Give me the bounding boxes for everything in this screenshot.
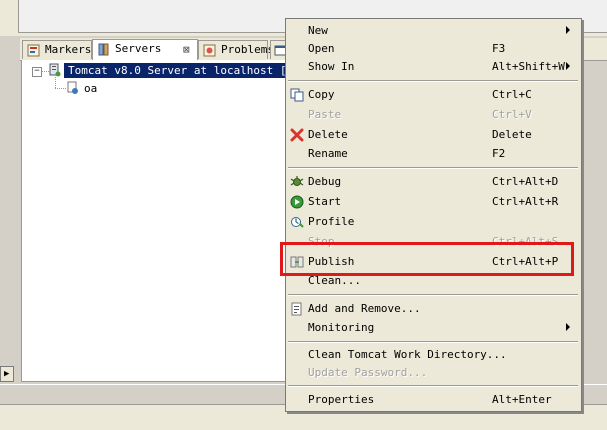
tree-connector <box>42 71 49 72</box>
submenu-arrow-icon <box>566 62 570 70</box>
menu-item-add-remove[interactable]: Add and Remove... <box>288 299 578 319</box>
problems-icon <box>203 44 216 57</box>
menu-separator <box>288 167 578 169</box>
collapse-toggle[interactable]: − <box>32 67 42 77</box>
menu-separator <box>288 294 578 296</box>
copy-icon <box>290 88 304 102</box>
web-module-icon <box>67 81 78 94</box>
servers-icon <box>98 43 109 56</box>
tree-item-tomcat-server[interactable]: Tomcat v8.0 Server at localhost [St <box>64 63 287 78</box>
tree-connector <box>55 77 56 88</box>
arrow-right-icon: ▶ <box>4 369 10 379</box>
menu-item-new[interactable]: New <box>288 21 578 41</box>
menu-item-open[interactable]: Open F3 <box>288 39 578 59</box>
start-icon <box>290 195 304 209</box>
menu-item-debug[interactable]: Debug Ctrl+Alt+D <box>288 172 578 192</box>
tab-servers[interactable]: Servers ⊠ <box>92 39 198 60</box>
tab-label: Markers <box>45 43 92 56</box>
menu-item-profile[interactable]: Profile <box>288 212 578 232</box>
menu-separator <box>288 341 578 343</box>
menu-item-show-in[interactable]: Show In Alt+Shift+W <box>288 57 578 77</box>
menu-item-delete[interactable]: Delete Delete <box>288 125 578 145</box>
menu-item-properties[interactable]: Properties Alt+Enter <box>288 390 578 410</box>
submenu-arrow-icon <box>566 323 570 331</box>
publish-highlight-box <box>280 242 574 276</box>
context-menu: New Open F3 Show In Alt+Shift+W Copy Ctr… <box>285 18 582 412</box>
tab-label: Problems <box>221 43 274 56</box>
submenu-arrow-icon <box>566 26 570 34</box>
menu-separator <box>288 80 578 82</box>
menu-item-clean-tomcat-work-directory[interactable]: Clean Tomcat Work Directory... <box>288 345 578 365</box>
close-icon[interactable]: ⊠ <box>183 41 190 59</box>
debug-icon <box>290 176 304 186</box>
tab-markers[interactable]: Markers <box>22 40 92 59</box>
server-icon <box>49 63 61 77</box>
add-remove-icon <box>291 302 302 316</box>
tree-connector <box>55 88 66 89</box>
menu-item-start[interactable]: Start Ctrl+Alt+R <box>288 192 578 212</box>
markers-icon <box>27 44 40 57</box>
menu-item-paste[interactable]: Paste Ctrl+V <box>288 105 578 125</box>
servers-view: − Tomcat v8.0 Server at localhost [St oa <box>21 60 288 382</box>
menu-item-update-password[interactable]: Update Password... <box>288 363 578 383</box>
tree-item-module-oa[interactable]: oa <box>84 81 97 96</box>
menu-item-rename[interactable]: Rename F2 <box>288 144 578 164</box>
menu-separator <box>288 385 578 387</box>
menu-item-monitoring[interactable]: Monitoring <box>288 318 578 338</box>
scroll-right-button[interactable]: ▶ <box>0 366 14 382</box>
tab-label: Servers <box>115 42 162 55</box>
profile-icon <box>291 217 304 228</box>
tab-problems[interactable]: Problems <box>198 40 274 59</box>
menu-item-copy[interactable]: Copy Ctrl+C <box>288 85 578 105</box>
delete-icon <box>290 128 304 142</box>
